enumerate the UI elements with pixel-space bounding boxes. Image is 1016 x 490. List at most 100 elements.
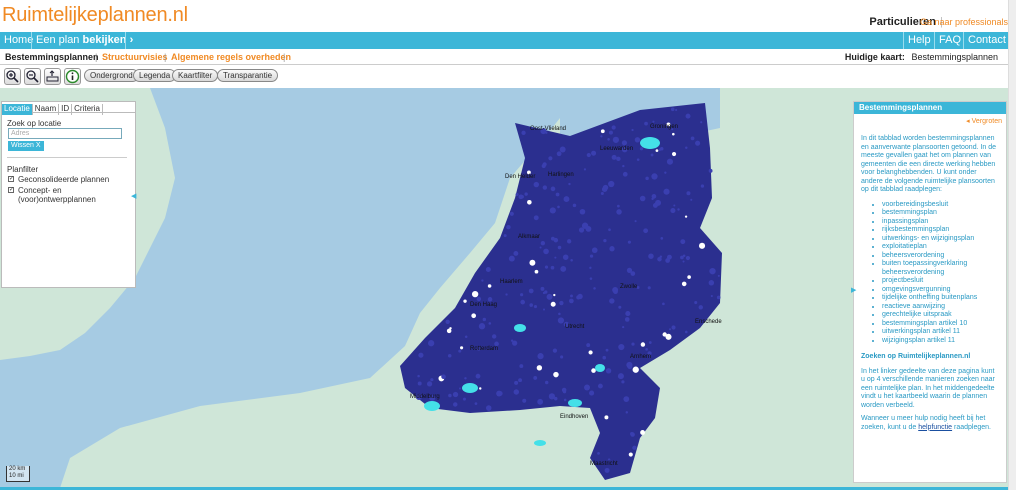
plan-dot: [518, 378, 523, 383]
plan-dot: [648, 253, 654, 259]
tab-id[interactable]: ID: [59, 104, 73, 115]
tab-locatie[interactable]: Locatie: [2, 104, 33, 115]
main-nav: Home Een plan bekijken › Help FAQ Contac…: [0, 32, 1008, 49]
plan-highlight: [595, 364, 605, 372]
plan-dot: [570, 259, 573, 262]
plan-dot: [710, 294, 713, 298]
tab-criteria[interactable]: Criteria: [72, 104, 103, 115]
transparency-button[interactable]: Transparantie: [217, 69, 279, 82]
plan-dot: [613, 125, 616, 128]
plan-highlight: [534, 440, 546, 446]
plan-type-item: bestemmingsplan artikel 10: [882, 320, 999, 329]
plan-dot: [609, 246, 615, 252]
plan-dot: [616, 204, 620, 208]
nav-help[interactable]: Help: [904, 32, 935, 49]
nav-faq[interactable]: FAQ: [935, 32, 965, 49]
legend-button[interactable]: Legenda: [133, 69, 177, 82]
plan-highlight: [424, 401, 440, 411]
plan-dot: [549, 207, 556, 214]
zoom-in-icon[interactable]: [4, 68, 21, 85]
plan-dot: [453, 402, 458, 407]
plan-dot: [481, 279, 484, 282]
plan-dot: [576, 295, 581, 300]
plan-dot: [586, 343, 591, 348]
plan-dot: [572, 203, 577, 208]
plan-type-item: exploitatieplan: [882, 243, 999, 252]
tab-separator: |: [164, 52, 167, 62]
site-logo[interactable]: Ruimtelijkeplannen.nl: [2, 4, 188, 27]
plan-dot: [644, 121, 648, 126]
plan-dot: [474, 402, 478, 405]
plan-dot: [645, 176, 649, 181]
tab-structuurvisies[interactable]: Structuurvisies: [102, 52, 168, 62]
plan-dot: [559, 300, 564, 306]
nav-contact[interactable]: Contact: [964, 32, 1010, 49]
map-place-label: Utrecht: [565, 324, 585, 330]
enlarge-link[interactable]: ◂ Vergroten: [966, 117, 1002, 125]
plan-dot: [463, 299, 467, 303]
zoom-out-icon[interactable]: [24, 68, 41, 85]
plan-dot: [519, 364, 524, 369]
tab-bestemmingsplannen[interactable]: Bestemmingsplannen: [5, 52, 99, 62]
plan-dot: [418, 352, 424, 358]
plan-type-item: wijzigingsplan artikel 11: [882, 337, 999, 346]
plan-dot: [591, 150, 597, 156]
tab-naam[interactable]: Naam: [33, 104, 60, 115]
collapse-left-arrow-icon[interactable]: ◀: [131, 192, 136, 200]
checkbox-consolidated[interactable]: ✓: [8, 176, 14, 182]
plan-dot: [558, 312, 561, 316]
plan-dot: [509, 211, 514, 216]
scale-mi: 10 mi: [9, 473, 24, 479]
plan-dot: [491, 334, 497, 339]
help-link[interactable]: helpfunctie: [918, 424, 952, 431]
full-extent-icon[interactable]: [44, 68, 61, 85]
map-place-label: Oost-Vlieland: [530, 126, 566, 132]
tab-algemene-regels[interactable]: Algemene regels overheden: [171, 52, 291, 62]
basemap-button[interactable]: Ondergrond: [84, 69, 139, 82]
plan-dot: [448, 393, 452, 398]
plan-dot: [616, 209, 622, 215]
plan-dot: [631, 342, 635, 346]
professionals-link[interactable]: Ga naar professionals: [920, 17, 1008, 27]
plan-dot: [604, 467, 610, 473]
plan-dot: [559, 146, 566, 153]
plan-dot: [682, 254, 686, 257]
plan-dot: [543, 248, 549, 255]
plan-type-item: gerechtelijke uitspraak: [882, 311, 999, 320]
info-icon[interactable]: [64, 68, 81, 85]
page-scrollbar[interactable]: [1008, 0, 1016, 490]
plan-dot: [684, 330, 688, 334]
plan-dot: [427, 340, 435, 347]
plan-dot: [647, 286, 651, 290]
map-place-label: Alkmaar: [518, 234, 540, 240]
filter-consolidated-label: Geconsolideerde plannen: [18, 175, 110, 184]
info-panel-title: Bestemmingsplannen: [854, 102, 1006, 114]
collapse-right-arrow-icon[interactable]: ▶: [851, 286, 856, 294]
plan-dot: [542, 185, 548, 190]
plan-dot: [521, 130, 526, 135]
address-input[interactable]: Adres: [8, 128, 122, 139]
checkbox-concept[interactable]: ✓: [8, 187, 14, 193]
plan-dot: [566, 239, 572, 244]
plan-dot: [588, 350, 593, 355]
plan-dot: [657, 256, 662, 262]
map-filter-button[interactable]: Kaartfilter: [172, 69, 219, 82]
search-location-label: Zoek op locatie: [7, 119, 62, 128]
plan-dot: [677, 208, 680, 211]
current-map-label: Huidige kaart:: [844, 52, 905, 62]
plan-dot: [508, 255, 515, 262]
plan-dot: [583, 168, 587, 171]
plan-dot: [609, 298, 615, 304]
clear-button[interactable]: Wissen X: [8, 141, 44, 151]
plan-dot: [445, 319, 450, 324]
plan-dot: [687, 275, 691, 279]
plan-dot: [628, 452, 633, 457]
plan-dot: [616, 156, 621, 162]
plan-dot: [589, 277, 593, 280]
plan-dot: [665, 333, 672, 340]
nav-view-plan[interactable]: Een plan bekijken ›: [32, 32, 137, 49]
plan-dot: [700, 184, 705, 188]
plan-dot: [634, 220, 637, 223]
plan-dot: [562, 390, 567, 394]
plan-type-item: inpassingsplan: [882, 218, 999, 227]
